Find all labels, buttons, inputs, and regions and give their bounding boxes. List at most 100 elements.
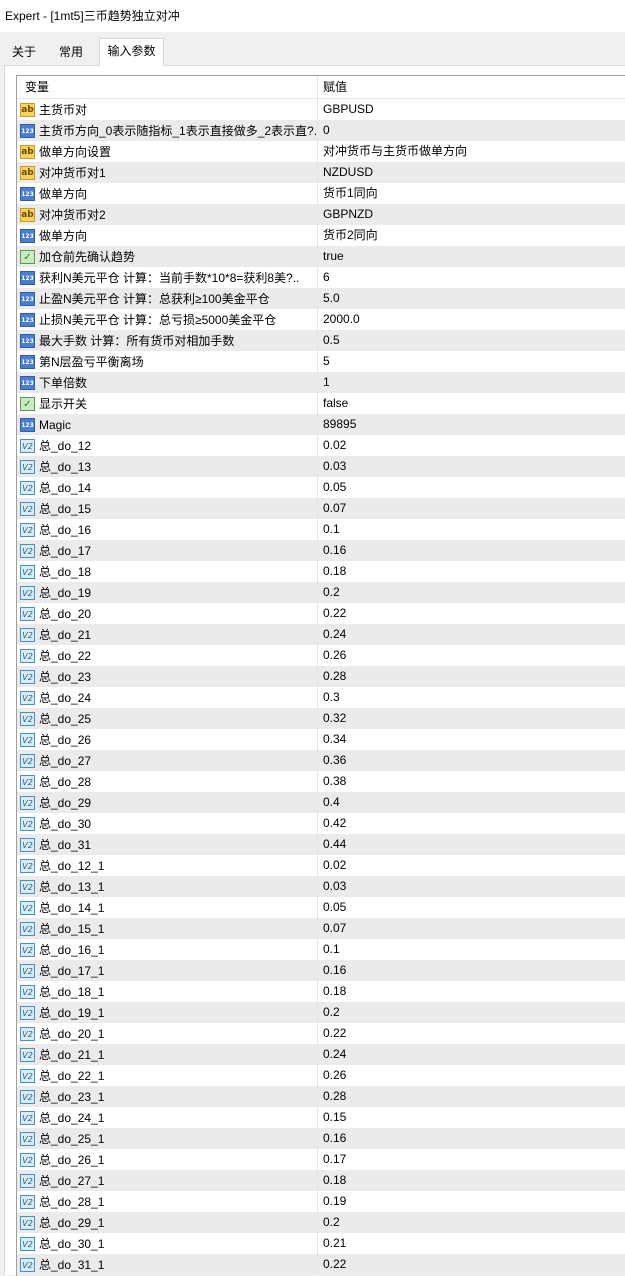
table-row[interactable]: V2 总_do_25_1 0.16 <box>17 1128 625 1149</box>
value-cell[interactable]: 0.16 <box>318 540 346 561</box>
value-cell[interactable]: 0.21 <box>318 1233 346 1254</box>
value-cell[interactable]: 0.2 <box>318 1002 340 1023</box>
table-row[interactable]: V2 总_do_23 0.28 <box>17 666 625 687</box>
value-cell[interactable]: 0.36 <box>318 750 346 771</box>
value-cell[interactable]: 2000.0 <box>318 309 360 330</box>
value-cell[interactable]: 0.18 <box>318 981 346 1002</box>
value-cell[interactable]: 0.32 <box>318 708 346 729</box>
table-row[interactable]: V2 总_do_30_1 0.21 <box>17 1233 625 1254</box>
table-row[interactable]: 123 第N层盈亏平衡离场 5 <box>17 351 625 372</box>
table-row[interactable]: V2 总_do_29_1 0.2 <box>17 1212 625 1233</box>
value-cell[interactable]: 0.07 <box>318 918 346 939</box>
column-header-value[interactable]: 赋值 <box>318 76 347 98</box>
value-cell[interactable]: 6 <box>318 267 330 288</box>
value-cell[interactable]: 0.5 <box>318 330 340 351</box>
value-cell[interactable]: 5.0 <box>318 288 340 309</box>
table-row[interactable]: V2 总_do_22_1 0.26 <box>17 1065 625 1086</box>
table-row[interactable]: V2 总_do_31_1 0.22 <box>17 1254 625 1275</box>
value-cell[interactable]: 89895 <box>318 414 356 435</box>
value-cell[interactable]: 0.07 <box>318 498 346 519</box>
value-cell[interactable]: 0.4 <box>318 792 340 813</box>
table-row[interactable]: 123 最大手数 计算：所有货币对相加手数 0.5 <box>17 330 625 351</box>
value-cell[interactable]: 0.15 <box>318 1107 346 1128</box>
table-row[interactable]: V2 总_do_19 0.2 <box>17 582 625 603</box>
value-cell[interactable]: 货币1同向 <box>318 183 378 204</box>
value-cell[interactable]: 0.19 <box>318 1191 346 1212</box>
value-cell[interactable]: 0.18 <box>318 1170 346 1191</box>
table-row[interactable]: V2 总_do_19_1 0.2 <box>17 1002 625 1023</box>
value-cell[interactable]: 0 <box>318 120 330 141</box>
table-row[interactable]: V2 总_do_13 0.03 <box>17 456 625 477</box>
value-cell[interactable]: 0.03 <box>318 456 346 477</box>
table-row[interactable]: V2 总_do_24_1 0.15 <box>17 1107 625 1128</box>
table-row[interactable]: 123 获利N美元平仓 计算：当前手数*10*8=获利8美?.. 6 <box>17 267 625 288</box>
value-cell[interactable]: 1 <box>318 372 330 393</box>
value-cell[interactable]: 0.38 <box>318 771 346 792</box>
value-cell[interactable]: 0.1 <box>318 519 340 540</box>
value-cell[interactable]: 0.1 <box>318 939 340 960</box>
table-row[interactable]: 123 下单倍数 1 <box>17 372 625 393</box>
value-cell[interactable]: 0.44 <box>318 834 346 855</box>
table-row[interactable]: ab 做单方向设置 对冲货币与主货币做单方向 <box>17 141 625 162</box>
value-cell[interactable]: 0.22 <box>318 1254 346 1275</box>
value-cell[interactable]: 0.16 <box>318 1128 346 1149</box>
table-row[interactable]: V2 总_do_20_1 0.22 <box>17 1023 625 1044</box>
table-row[interactable]: V2 总_do_29 0.4 <box>17 792 625 813</box>
value-cell[interactable]: 0.22 <box>318 603 346 624</box>
value-cell[interactable]: 0.2 <box>318 582 340 603</box>
table-row[interactable]: V2 总_do_24 0.3 <box>17 687 625 708</box>
value-cell[interactable]: 0.28 <box>318 1086 346 1107</box>
table-row[interactable]: V2 总_do_13_1 0.03 <box>17 876 625 897</box>
table-row[interactable]: V2 总_do_16 0.1 <box>17 519 625 540</box>
value-cell[interactable]: 0.16 <box>318 960 346 981</box>
table-row[interactable]: V2 总_do_15_1 0.07 <box>17 918 625 939</box>
value-cell[interactable]: 0.26 <box>318 1065 346 1086</box>
value-cell[interactable]: 5 <box>318 351 330 372</box>
value-cell[interactable]: 0.24 <box>318 624 346 645</box>
value-cell[interactable]: 0.2 <box>318 1212 340 1233</box>
table-row[interactable]: V2 总_do_12 0.02 <box>17 435 625 456</box>
value-cell[interactable]: 0.3 <box>318 687 340 708</box>
value-cell[interactable]: 0.18 <box>318 561 346 582</box>
table-row[interactable]: ✓ 显示开关 false <box>17 393 625 414</box>
table-row[interactable]: 123 Magic 89895 <box>17 414 625 435</box>
table-row[interactable]: V2 总_do_14_1 0.05 <box>17 897 625 918</box>
tab-common[interactable]: 常用 <box>50 40 92 65</box>
table-row[interactable]: V2 总_do_18 0.18 <box>17 561 625 582</box>
table-row[interactable]: V2 总_do_22 0.26 <box>17 645 625 666</box>
table-row[interactable]: V2 总_do_21_1 0.24 <box>17 1044 625 1065</box>
table-row[interactable]: V2 总_do_20 0.22 <box>17 603 625 624</box>
table-row[interactable]: 123 止盈N美元平仓 计算：总获利≥100美金平仓 5.0 <box>17 288 625 309</box>
table-row[interactable]: V2 总_do_31 0.44 <box>17 834 625 855</box>
table-row[interactable]: V2 总_do_21 0.24 <box>17 624 625 645</box>
value-cell[interactable]: 货币2同向 <box>318 225 378 246</box>
table-row[interactable]: ab 对冲货币对1 NZDUSD <box>17 162 625 183</box>
value-cell[interactable]: GBPUSD <box>318 99 374 120</box>
table-row[interactable]: ab 主货币对 GBPUSD <box>17 99 625 120</box>
table-row[interactable]: V2 总_do_17 0.16 <box>17 540 625 561</box>
value-cell[interactable]: 0.42 <box>318 813 346 834</box>
value-cell[interactable]: GBPNZD <box>318 204 373 225</box>
tab-about[interactable]: 关于 <box>4 40 44 65</box>
value-cell[interactable]: 0.02 <box>318 855 346 876</box>
table-row[interactable]: V2 总_do_17_1 0.16 <box>17 960 625 981</box>
table-row[interactable]: 123 做单方向 货币1同向 <box>17 183 625 204</box>
value-cell[interactable]: 0.17 <box>318 1149 346 1170</box>
value-cell[interactable]: 0.26 <box>318 645 346 666</box>
table-row[interactable]: V2 总_do_30 0.42 <box>17 813 625 834</box>
table-row[interactable]: V2 总_do_18_1 0.18 <box>17 981 625 1002</box>
value-cell[interactable]: 0.05 <box>318 477 346 498</box>
table-row[interactable]: V2 总_do_28 0.38 <box>17 771 625 792</box>
table-row[interactable]: 123 主货币方向_0表示随指标_1表示直接做多_2表示直?.. 0 <box>17 120 625 141</box>
value-cell[interactable]: 对冲货币与主货币做单方向 <box>318 141 467 162</box>
value-cell[interactable]: 0.05 <box>318 897 346 918</box>
value-cell[interactable]: 0.24 <box>318 1044 346 1065</box>
value-cell[interactable]: true <box>318 246 344 267</box>
table-row[interactable]: V2 总_do_27 0.36 <box>17 750 625 771</box>
value-cell[interactable]: 0.34 <box>318 729 346 750</box>
table-row[interactable]: 123 止损N美元平仓 计算：总亏损≥5000美金平仓 2000.0 <box>17 309 625 330</box>
value-cell[interactable]: NZDUSD <box>318 162 373 183</box>
column-header-variable[interactable]: 变量 <box>17 76 318 98</box>
table-row[interactable]: 123 做单方向 货币2同向 <box>17 225 625 246</box>
table-row[interactable]: ab 对冲货币对2 GBPNZD <box>17 204 625 225</box>
